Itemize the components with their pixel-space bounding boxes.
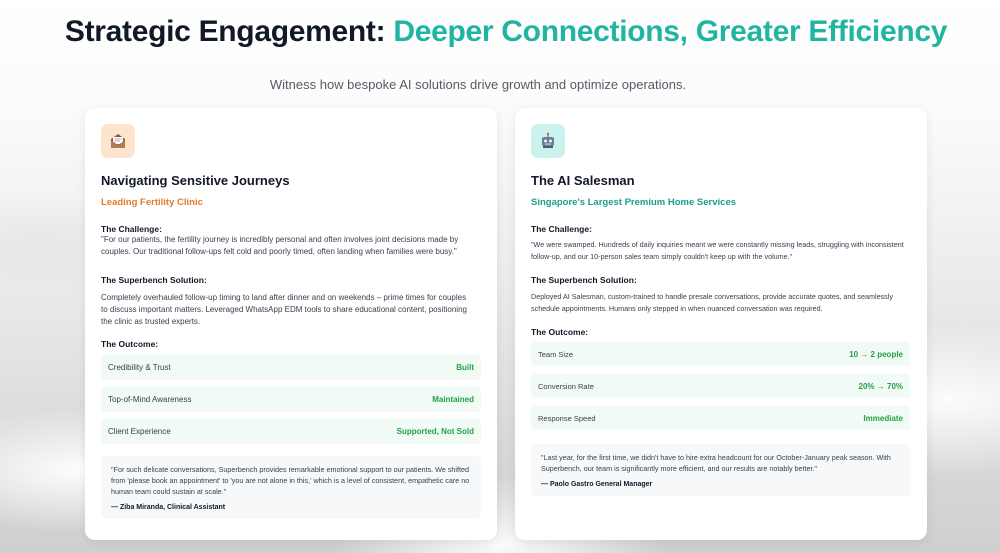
outcome-label: Team Size xyxy=(538,349,574,359)
outcome-row: Client Experience Supported, Not Sold xyxy=(101,418,481,444)
quote-text: "For such delicate conversations, Superb… xyxy=(111,465,470,496)
outcome-row: Response Speed Immediate xyxy=(531,406,910,430)
outcome-row: Team Size 10 → 2 people xyxy=(531,342,910,366)
outcome-label: Credibility & Trust xyxy=(108,362,171,372)
testimonial-quote: "For such delicate conversations, Superb… xyxy=(101,456,481,519)
challenge-text: "For our patients, the fertility journey… xyxy=(101,235,459,256)
solution-text: Completely overhauled follow-up timing t… xyxy=(101,293,467,326)
outcome-label: Response Speed xyxy=(538,413,596,423)
outcome-row: Credibility & Trust Built xyxy=(101,354,481,380)
outcome-value: Immediate xyxy=(863,413,903,423)
outcome-value: 20% → 70% xyxy=(858,381,903,391)
outcome-value: Built xyxy=(456,362,474,372)
outcome-heading: The Outcome: xyxy=(531,327,589,337)
quote-text: "Last year, for the first time, we didn'… xyxy=(541,453,891,473)
robot-icon xyxy=(531,124,565,158)
card-subtitle: Leading Fertility Clinic xyxy=(101,197,203,208)
envelope-icon xyxy=(101,124,135,158)
page-title-main: Strategic Engagement: xyxy=(64,15,386,48)
solution-text: Deployed AI Salesman, custom-trained to … xyxy=(531,292,893,313)
outcome-row: Top-of-Mind Awareness Maintained xyxy=(101,386,481,412)
outcome-label: Top-of-Mind Awareness xyxy=(108,394,192,404)
case-study-card-home-services: The AI Salesman Singapore's Largest Prem… xyxy=(515,108,927,540)
quote-author: — Paolo Gastro General Manager xyxy=(541,481,653,488)
challenge-heading: The Challenge: xyxy=(531,224,592,234)
card-title: The AI Salesman xyxy=(531,173,635,188)
outcome-heading: The Outcome: xyxy=(101,339,159,349)
challenge-heading: The Challenge: xyxy=(101,224,162,234)
outcome-label: Client Experience xyxy=(108,426,171,436)
outcome-label: Conversion Rate xyxy=(538,381,594,391)
outcome-value: 10 → 2 people xyxy=(849,349,903,359)
card-title: Navigating Sensitive Journeys xyxy=(101,173,290,188)
outcome-row: Conversion Rate 20% → 70% xyxy=(531,374,910,398)
challenge-text: "We were swamped. Hundreds of daily inqu… xyxy=(531,240,904,261)
case-study-card-fertility: Navigating Sensitive Journeys Leading Fe… xyxy=(85,108,497,540)
page-title: Strategic Engagement: Deeper Connections… xyxy=(0,15,1000,49)
outcome-value: Maintained xyxy=(432,394,474,404)
page-title-accent: Deeper Connections, Greater Efficiency xyxy=(393,15,948,48)
testimonial-quote: "Last year, for the first time, we didn'… xyxy=(531,444,911,496)
quote-author: — Ziba Miranda, Clinical Assistant xyxy=(111,504,226,511)
card-subtitle: Singapore's Largest Premium Home Service… xyxy=(531,197,737,208)
solution-heading: The Superbench Solution: xyxy=(101,275,207,285)
outcome-value: Supported, Not Sold xyxy=(396,426,474,436)
page-subtitle: Witness how bespoke AI solutions drive g… xyxy=(269,77,687,92)
solution-heading: The Superbench Solution: xyxy=(531,275,637,285)
